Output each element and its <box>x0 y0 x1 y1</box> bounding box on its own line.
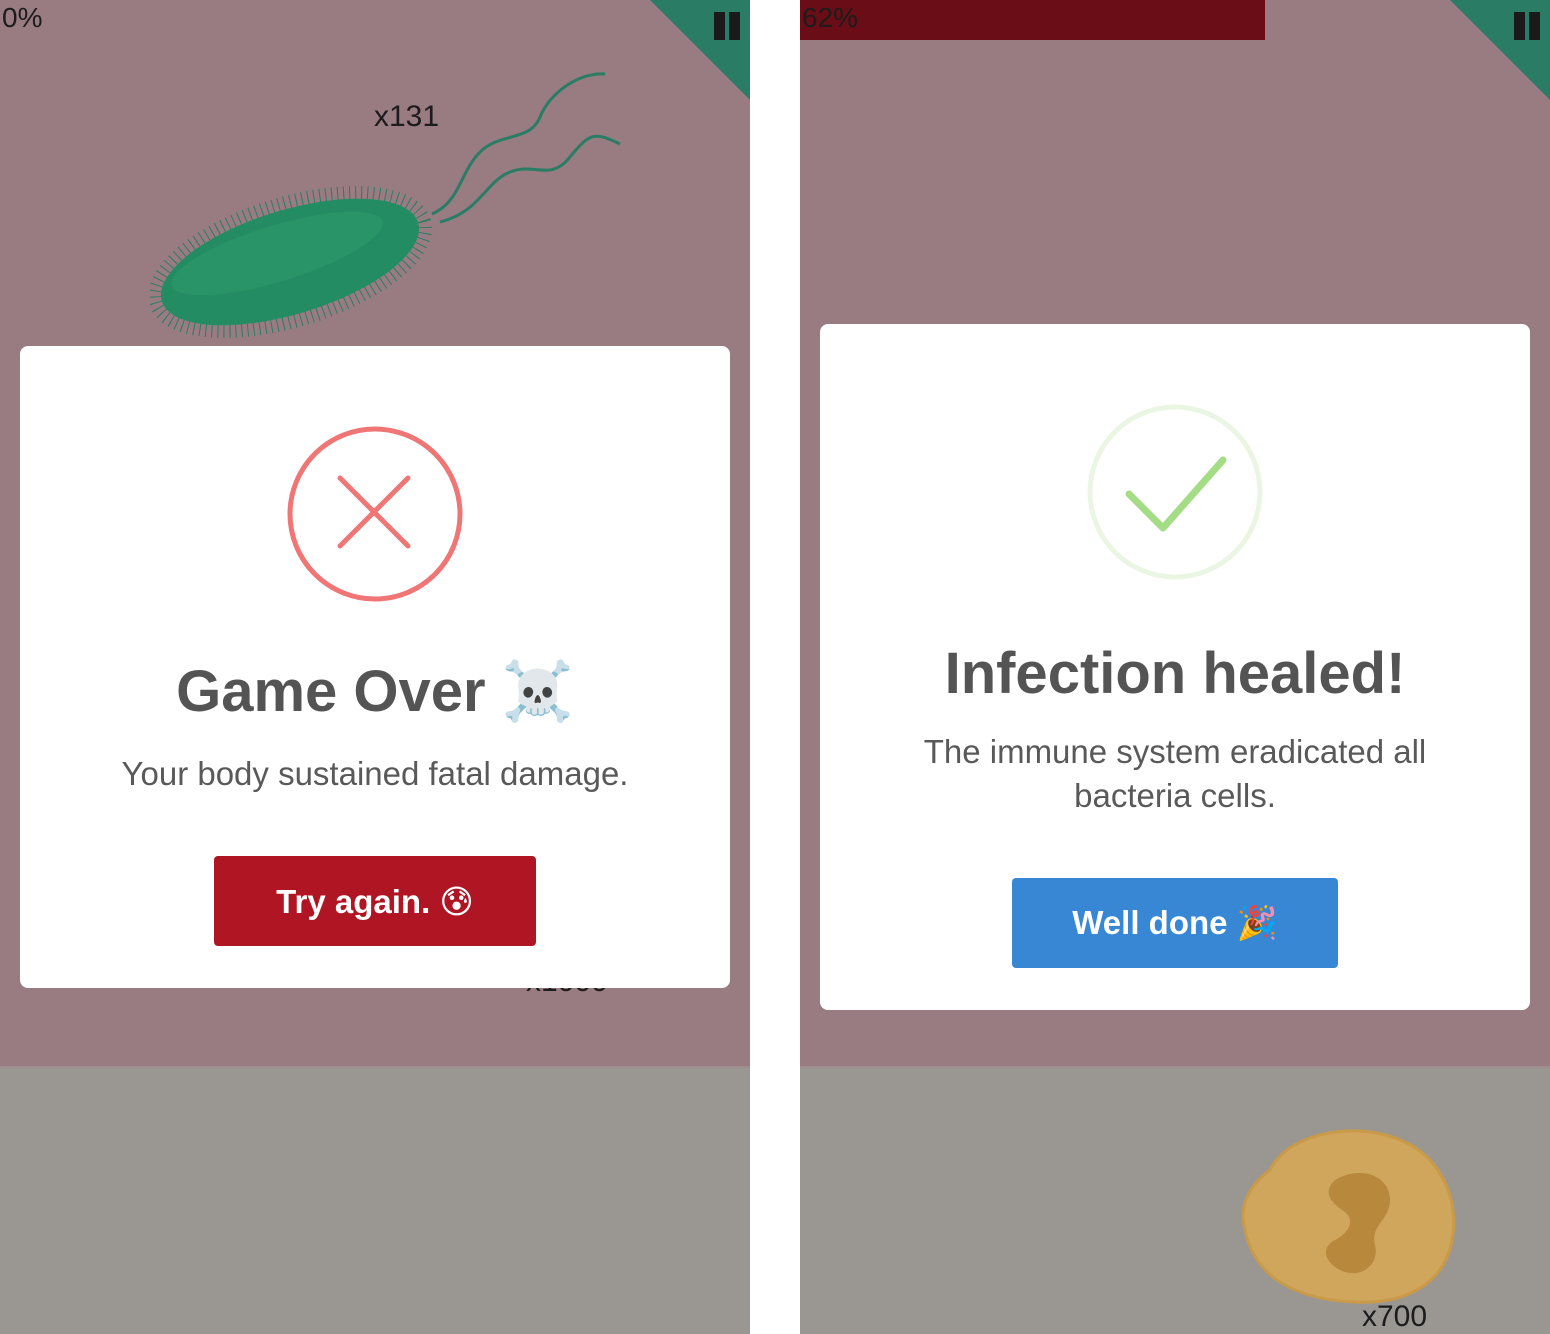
success-check-icon <box>1087 404 1263 580</box>
progress-label: 62% <box>802 2 859 33</box>
pause-button[interactable] <box>1512 12 1542 42</box>
progress-label: 0% <box>2 2 43 33</box>
try-again-button[interactable]: Try again. 😰 <box>214 856 536 946</box>
pause-button[interactable] <box>712 12 742 42</box>
cell-counter: x700 <box>1362 1300 1428 1333</box>
progress-bar <box>800 0 1265 40</box>
dialog-title: Infection healed! <box>944 641 1406 706</box>
pause-icon <box>714 12 725 40</box>
dialog-message: The immune system eradicated all bacteri… <box>923 733 1427 814</box>
immune-cell-sprite[interactable] <box>1240 1120 1460 1310</box>
well-done-button[interactable]: Well done 🎉 <box>1012 878 1338 968</box>
error-x-icon <box>287 426 463 602</box>
success-dialog: Infection healed! The immune system erad… <box>820 324 1530 1010</box>
dialog-message: Your body sustained fatal damage. <box>121 755 629 792</box>
game-over-dialog: Game Over ☠️ Your body sustained fatal d… <box>20 346 730 988</box>
bacterium-sprite[interactable] <box>150 62 630 342</box>
game-over-screen: 0% x131 x1000 Game Over ☠️ Your body sus… <box>0 0 750 1334</box>
success-screen: 62% x700 Infection healed! The immune sy… <box>800 0 1550 1334</box>
pause-icon <box>1514 12 1525 40</box>
tissue-area <box>0 1066 750 1334</box>
dialog-title: Game Over ☠️ <box>176 659 574 724</box>
